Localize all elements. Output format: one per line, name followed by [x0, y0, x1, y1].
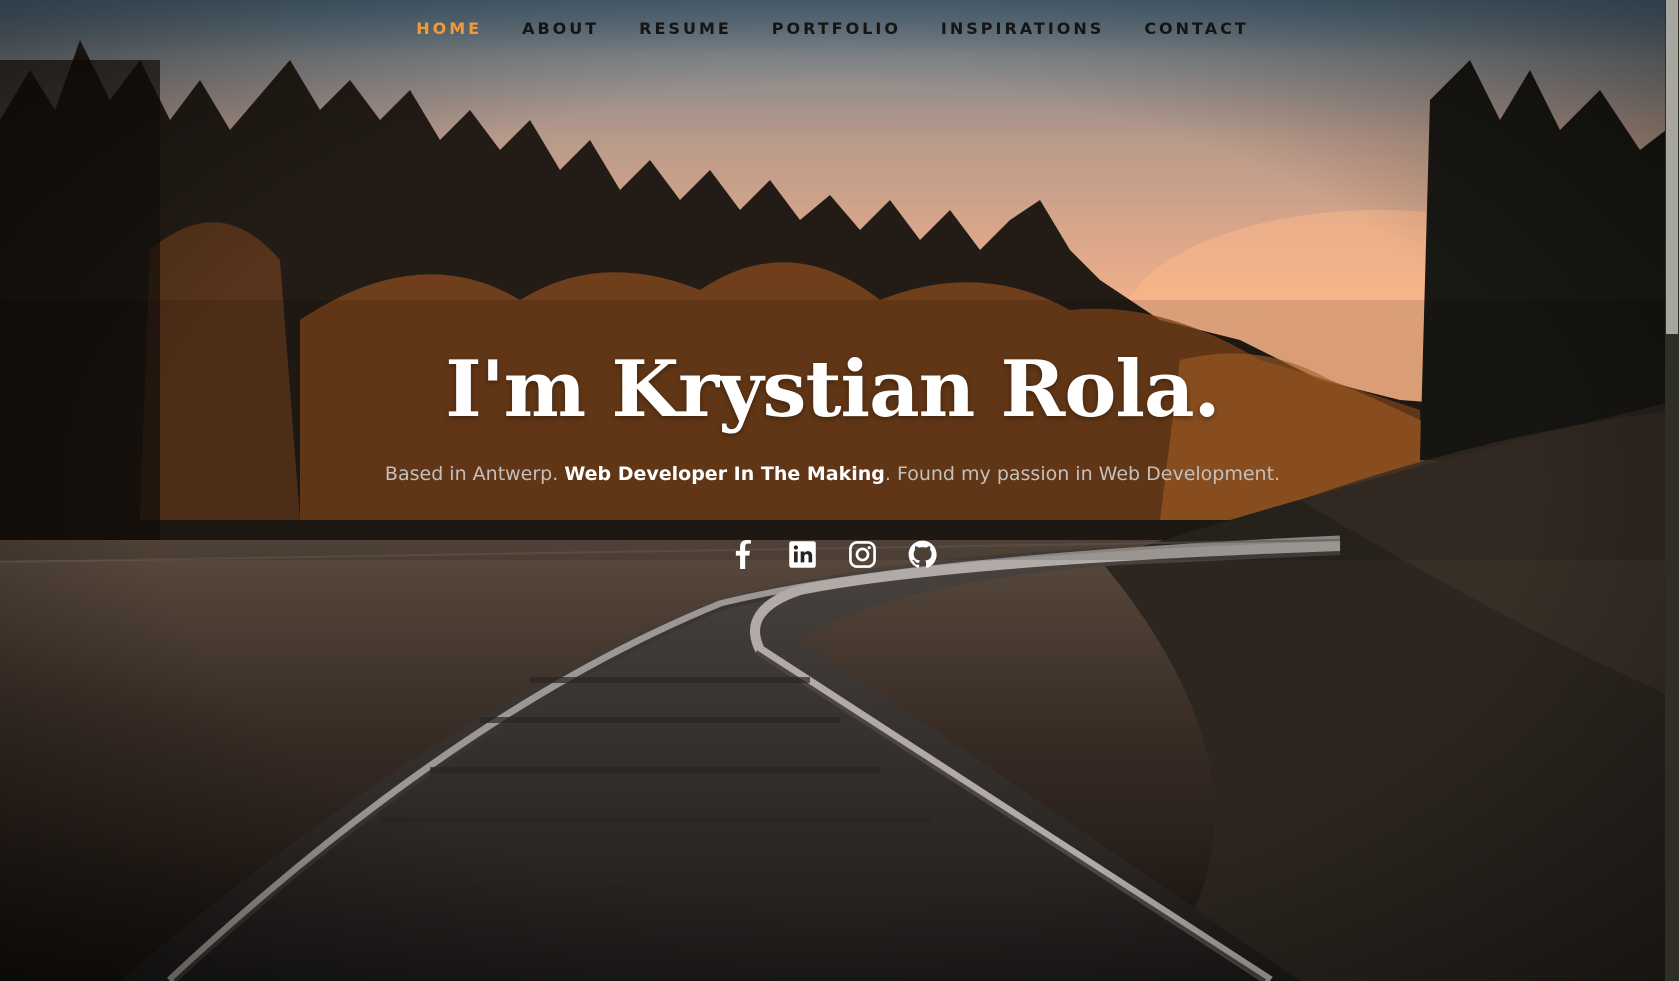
- hero-subtitle-part1: Based in Antwerp.: [384, 462, 565, 485]
- nav-item-home[interactable]: HOME: [396, 19, 502, 38]
- hero-title: I'm Krystian Rola.: [445, 344, 1220, 435]
- nav-item-inspirations[interactable]: INSPIRATIONS: [921, 19, 1124, 38]
- nav-item-contact[interactable]: CONTACT: [1124, 19, 1268, 38]
- nav-item-about[interactable]: ABOUT: [502, 19, 619, 38]
- hero-background-image: [0, 0, 1679, 981]
- linkedin-icon[interactable]: [788, 540, 817, 569]
- nav-item-resume[interactable]: RESUME: [619, 19, 752, 38]
- scrollbar-thumb[interactable]: [1666, 0, 1678, 334]
- social-links: [0, 540, 1665, 569]
- instagram-icon[interactable]: [848, 540, 877, 569]
- nav-item-portfolio[interactable]: PORTFOLIO: [752, 19, 921, 38]
- scrollbar[interactable]: [1665, 0, 1679, 981]
- hero-subtitle-highlight: Web Developer In The Making: [564, 462, 885, 485]
- page: HOME ABOUT RESUME PORTFOLIO INSPIRATIONS…: [0, 0, 1679, 981]
- hero-content: I'm Krystian Rola. Based in Antwerp. Web…: [0, 345, 1665, 485]
- hero-subtitle: Based in Antwerp. Web Developer In The M…: [0, 463, 1665, 485]
- hero-subtitle-part2: . Found my passion in Web Development.: [884, 462, 1281, 485]
- facebook-icon[interactable]: [728, 540, 757, 569]
- main-navigation: HOME ABOUT RESUME PORTFOLIO INSPIRATIONS…: [0, 0, 1665, 56]
- github-icon[interactable]: [908, 540, 937, 569]
